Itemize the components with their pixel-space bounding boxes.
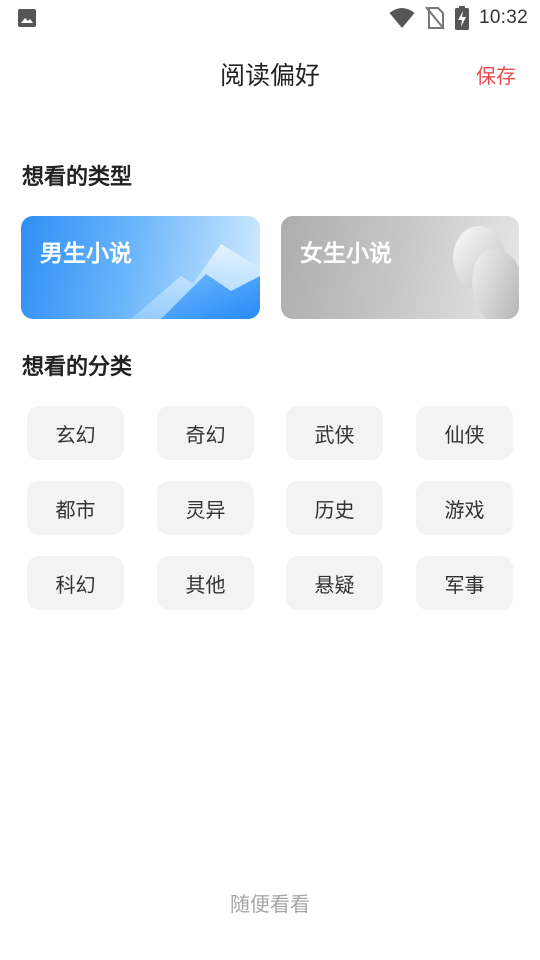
categories-section-title: 想看的分类 xyxy=(22,355,133,380)
female-novel-label: 女生小说 xyxy=(300,241,392,267)
category-chip[interactable]: 灵异 xyxy=(157,481,254,535)
category-chip[interactable]: 其他 xyxy=(157,556,254,610)
status-time: 10:32 xyxy=(478,7,528,28)
category-chip[interactable]: 奇幻 xyxy=(157,406,254,460)
category-chip[interactable]: 历史 xyxy=(286,481,383,535)
types-section-title: 想看的类型 xyxy=(22,165,133,190)
category-chip[interactable]: 都市 xyxy=(27,481,124,535)
category-chip[interactable]: 武侠 xyxy=(286,406,383,460)
category-chip[interactable]: 悬疑 xyxy=(286,556,383,610)
category-chip[interactable]: 军事 xyxy=(416,556,513,610)
header: 阅读偏好 保存 xyxy=(0,44,540,100)
category-chip[interactable]: 科幻 xyxy=(27,556,124,610)
status-bar: 10:32 xyxy=(0,0,540,36)
male-novel-label: 男生小说 xyxy=(40,241,132,267)
category-chip[interactable]: 游戏 xyxy=(416,481,513,535)
category-chip[interactable]: 玄幻 xyxy=(27,406,124,460)
save-button[interactable]: 保存 xyxy=(476,60,516,89)
male-novel-card[interactable]: 男生小说 xyxy=(21,216,260,319)
no-sim-icon xyxy=(425,6,445,30)
page-title: 阅读偏好 xyxy=(219,61,320,90)
gallery-icon xyxy=(18,9,36,27)
female-novel-card[interactable]: 女生小说 xyxy=(281,216,519,319)
browse-randomly-link[interactable]: 随便看看 xyxy=(0,888,540,917)
wifi-icon xyxy=(389,8,415,28)
battery-charging-icon xyxy=(454,6,469,30)
category-chip[interactable]: 仙侠 xyxy=(416,406,513,460)
